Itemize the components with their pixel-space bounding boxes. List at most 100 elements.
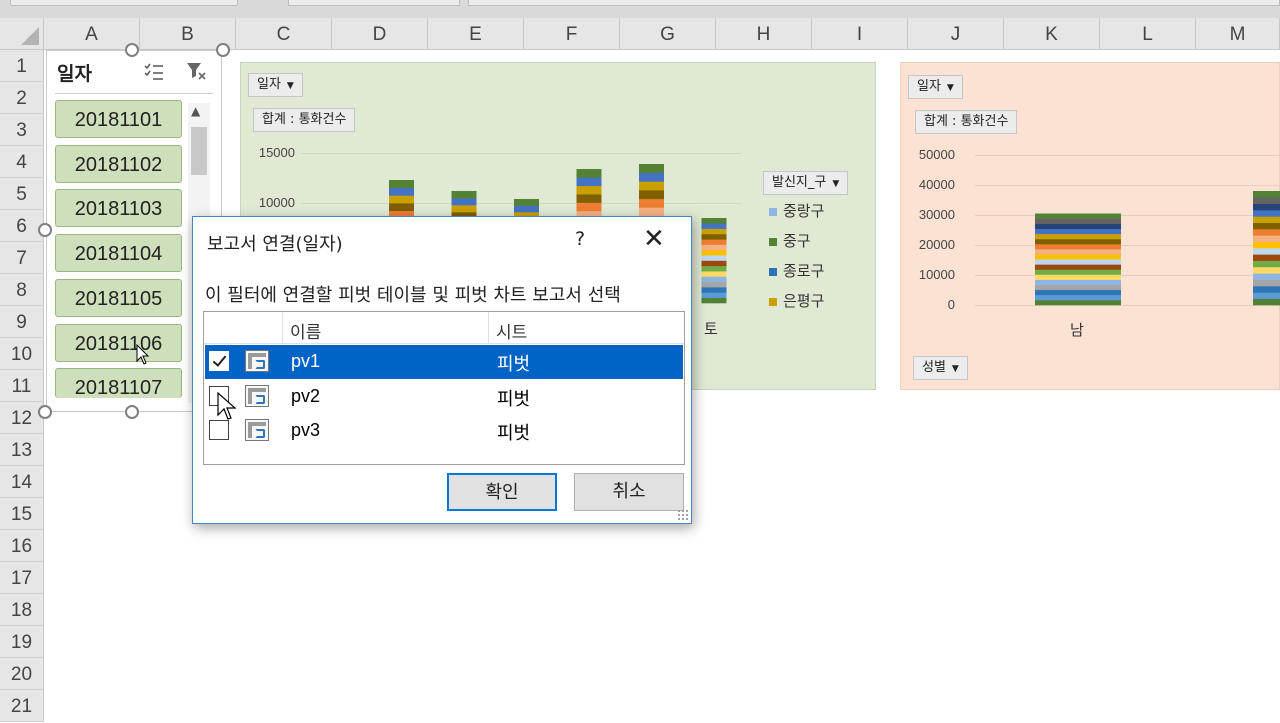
chart2-bar-segment	[1035, 289, 1121, 296]
chart2-bar-segment	[1253, 235, 1280, 242]
chart1-bar-segment	[701, 281, 727, 288]
chart2-bar-segment	[1253, 298, 1280, 306]
column-header-d[interactable]: D	[332, 18, 428, 50]
scroll-up-icon[interactable]: ▲	[191, 104, 200, 118]
slicer-item[interactable]: 20181107	[55, 368, 182, 399]
pivot-table-icon	[245, 419, 269, 441]
column-header-e[interactable]: E	[428, 18, 524, 50]
slicer-item[interactable]: 20181104	[55, 234, 182, 273]
multiselect-icon[interactable]	[143, 61, 165, 85]
column-header-f[interactable]: F	[524, 18, 620, 50]
resize-handle-left[interactable]	[38, 223, 52, 237]
resize-handle-bottom-left[interactable]	[38, 405, 52, 419]
resize-handle-top[interactable]	[125, 43, 139, 57]
row-header-10[interactable]: 10	[0, 338, 44, 370]
pivot-table-icon	[245, 384, 269, 407]
row-header-20[interactable]: 20	[0, 658, 44, 690]
cancel-button[interactable]: 취소	[574, 473, 684, 511]
pivot-report-list[interactable]: 이름 시트 pv1 피벗 pv2 피벗 pv3 피벗	[203, 311, 685, 465]
row-header-17[interactable]: 17	[0, 562, 44, 594]
resize-handle-bottom[interactable]	[125, 405, 139, 419]
row-header-19[interactable]: 19	[0, 626, 44, 658]
column-header-sheet[interactable]: 시트	[496, 318, 527, 343]
report-connections-dialog[interactable]: 보고서 연결(일자) ? ✕ 이 필터에 연결할 피벗 테이블 및 피벗 차트 …	[192, 216, 692, 524]
row-header-12[interactable]: 12	[0, 402, 44, 434]
chart1-bar-segment	[576, 185, 602, 195]
chart2-bar-segment	[1253, 241, 1280, 249]
report-sheet: 피벗	[497, 354, 531, 375]
chart1-bar-segment	[639, 164, 664, 173]
resize-handle-top-right[interactable]	[216, 43, 230, 57]
row-header-5[interactable]: 5	[0, 178, 44, 210]
chart2-bar-segment	[1253, 222, 1280, 230]
clear-filter-icon[interactable]	[185, 61, 207, 85]
chart1-bar-segment	[701, 265, 727, 272]
row-header-13[interactable]: 13	[0, 434, 44, 466]
row-header-21[interactable]: 21	[0, 690, 44, 722]
list-header: 이름 시트	[204, 312, 684, 344]
slicer-item[interactable]: 20181102	[55, 144, 182, 183]
column-header-c[interactable]: C	[236, 18, 332, 50]
slicer-item[interactable]: 20181103	[55, 189, 182, 228]
row-header-2[interactable]: 2	[0, 82, 44, 114]
column-header-g[interactable]: G	[620, 18, 716, 50]
report-row[interactable]: pv3 피벗	[205, 414, 683, 448]
chart2-axis-button[interactable]: 성별 ▼	[913, 356, 968, 380]
column-header-j[interactable]: J	[908, 18, 1004, 50]
chart2-bar-segment	[1253, 273, 1280, 280]
chart2-bar-segment	[1253, 292, 1280, 299]
slicer-item[interactable]: 20181101	[55, 100, 182, 138]
row-header-1[interactable]: 1	[0, 50, 44, 82]
chart2-bar-segment	[1253, 210, 1280, 217]
row-header-4[interactable]: 4	[0, 146, 44, 178]
row-header-14[interactable]: 14	[0, 466, 44, 498]
ok-button[interactable]: 확인	[447, 473, 557, 511]
row-header-11[interactable]: 11	[0, 370, 44, 402]
pivot-chart-2[interactable]: 일자 ▼ 합계 : 통화건수 50000 40000 30000 20000 10000 0…	[900, 62, 1280, 390]
chart1-bar-segment	[576, 202, 602, 212]
row-header-3[interactable]: 3	[0, 114, 44, 146]
chart1-bar-segment	[639, 198, 664, 208]
column-header-h[interactable]: H	[716, 18, 812, 50]
row-checkbox[interactable]	[209, 351, 229, 371]
slicer-item[interactable]: 20181106	[55, 323, 182, 362]
row-header-9[interactable]: 9	[0, 306, 44, 338]
select-all-corner[interactable]	[0, 18, 44, 50]
row-header-7[interactable]: 7	[0, 242, 44, 274]
chart1-bar-segment	[576, 169, 602, 178]
chart2-bar-segment	[1253, 203, 1280, 211]
report-row[interactable]: pv1 피벗	[205, 345, 683, 379]
chart1-legend-button[interactable]: 발신지_구 ▼	[763, 171, 849, 195]
column-header-l[interactable]: L	[1100, 18, 1196, 50]
column-header-k[interactable]: K	[1004, 18, 1100, 50]
legend-item: 중랑구	[769, 200, 824, 221]
column-header-m[interactable]: M	[1196, 18, 1280, 50]
chart2-x-label: 남	[1070, 321, 1084, 339]
chart2-bar-segment	[1035, 228, 1121, 235]
row-header-18[interactable]: 18	[0, 594, 44, 626]
report-name: pv1	[291, 351, 321, 371]
chart2-bar-segment	[1253, 191, 1280, 198]
column-header-name[interactable]: 이름	[290, 318, 321, 343]
row-checkbox[interactable]	[209, 420, 229, 440]
chart1-bar-segment	[514, 205, 539, 213]
close-button[interactable]: ✕	[643, 225, 665, 253]
dialog-description: 이 필터에 연결할 피벗 테이블 및 피벗 차트 보고서 선택	[205, 285, 621, 306]
slicer-item[interactable]: 20181105	[55, 278, 182, 317]
row-header-15[interactable]: 15	[0, 498, 44, 530]
resize-grip-icon[interactable]	[677, 509, 689, 521]
chart2-bar-segment	[1253, 248, 1280, 255]
slicer-scroll-thumb[interactable]	[191, 127, 207, 175]
pivot-table-icon	[245, 350, 269, 372]
row-header-6[interactable]: 6	[0, 210, 44, 242]
help-button[interactable]: ?	[575, 228, 585, 250]
chart2-bar-segment	[1035, 274, 1121, 280]
row-header-8[interactable]: 8	[0, 274, 44, 306]
row-header-16[interactable]: 16	[0, 530, 44, 562]
chart1-bar-segment	[701, 249, 727, 256]
chart1-bar-segment	[701, 228, 727, 235]
chart2-bar-segment	[1253, 260, 1280, 268]
column-header-i[interactable]: I	[812, 18, 908, 50]
report-row[interactable]: pv2 피벗	[205, 380, 683, 414]
chart1-bar-segment	[639, 181, 664, 191]
